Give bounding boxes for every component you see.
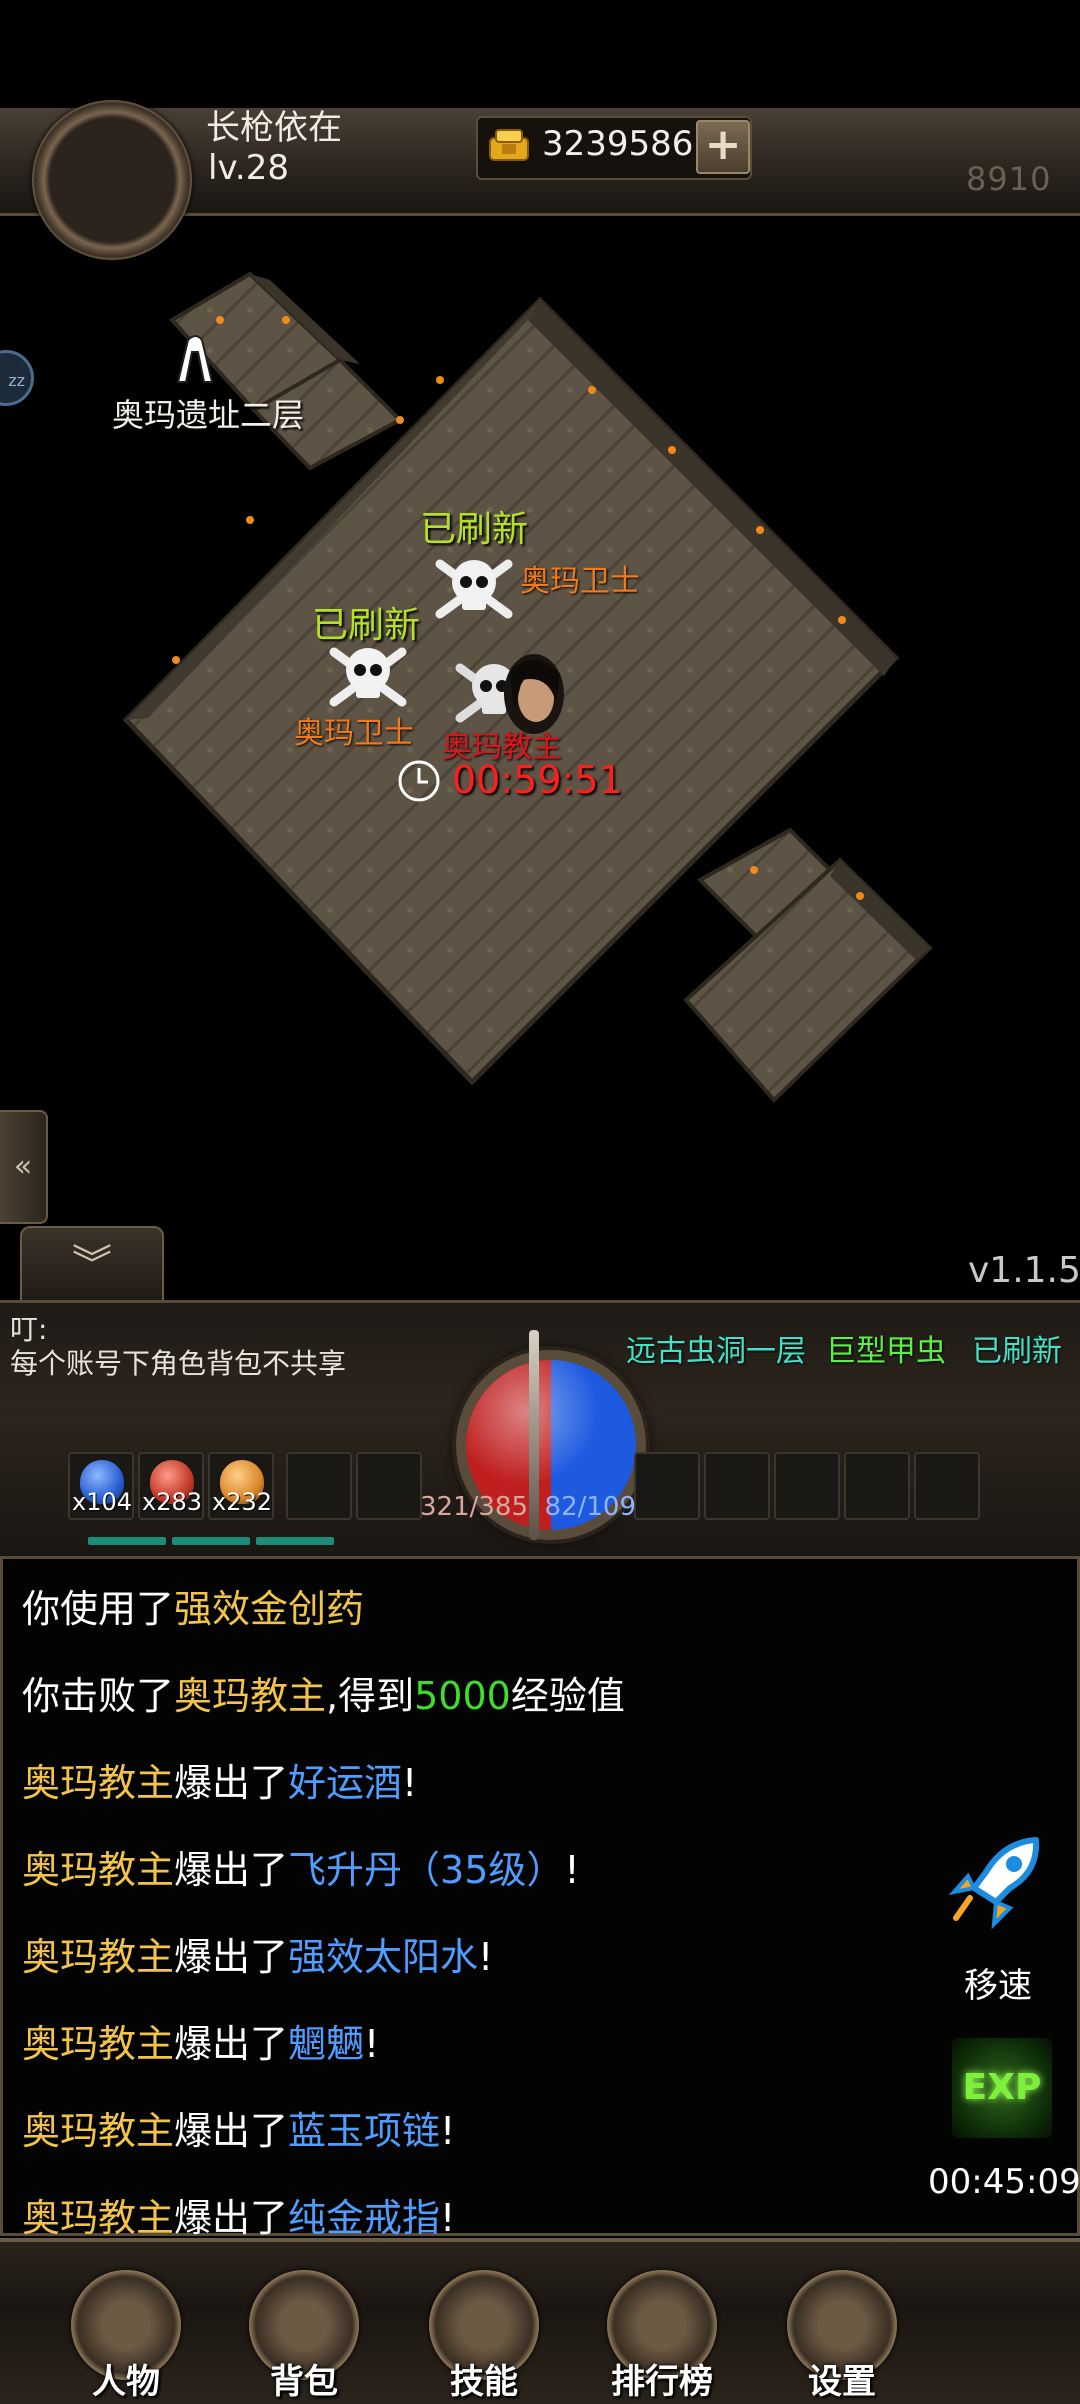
guard-label-1[interactable]: 奥玛卫士 bbox=[520, 556, 640, 600]
chat-segment[interactable]: 强效太阳水 bbox=[288, 1935, 478, 1979]
chat-segment: 经验值 bbox=[510, 1674, 625, 1718]
empty-slot[interactable] bbox=[914, 1452, 980, 1520]
status-location[interactable]: 远古虫洞一层 bbox=[626, 1326, 806, 1370]
potion-count-2: x283 bbox=[142, 1488, 203, 1516]
chat-segment: ! bbox=[440, 2196, 456, 2240]
chat-message: 奥玛教主爆出了好运酒! bbox=[22, 1752, 417, 1807]
boss-respawn-timer: 00:59:51 bbox=[452, 758, 623, 802]
chat-segment[interactable]: 奥玛教主 bbox=[22, 1848, 174, 1892]
chat-segment[interactable]: 纯金戒指 bbox=[288, 2196, 440, 2240]
chat-segment[interactable]: 奥玛教主 bbox=[22, 2109, 174, 2153]
gold-ingot-icon bbox=[489, 129, 529, 161]
chat-message: 奥玛教主爆出了蓝玉项链! bbox=[22, 2100, 455, 2155]
gold-amount: 3239586 bbox=[542, 124, 694, 164]
exp-boost-timer: 00:45:09 bbox=[928, 2162, 1080, 2202]
hp-mp-values: 321/385 82/109 bbox=[420, 1492, 636, 1522]
exp-segment-bar bbox=[88, 1530, 348, 1545]
status-state: 已刷新 bbox=[972, 1334, 1062, 1369]
exit-portal-icon[interactable] bbox=[170, 330, 220, 386]
empty-slot[interactable] bbox=[356, 1452, 422, 1520]
refresh-label-1: 已刷新 bbox=[420, 509, 529, 550]
chat-segment: ! bbox=[364, 2022, 380, 2066]
potion-slot-1[interactable]: x104 bbox=[68, 1452, 134, 1520]
avatar[interactable] bbox=[32, 100, 192, 260]
status-monster[interactable]: 巨型甲虫 bbox=[826, 1326, 946, 1370]
chat-segment[interactable]: 蓝玉项链 bbox=[288, 2109, 440, 2153]
chat-message: 奥玛教主爆出了纯金戒指! bbox=[22, 2187, 455, 2242]
speed-label[interactable]: 移速 bbox=[964, 1958, 1032, 2007]
chat-segment[interactable]: 奥玛教主 bbox=[22, 1761, 174, 1805]
version-label: v1.1.5 bbox=[968, 1250, 1080, 1291]
nav-label[interactable]: 排行榜 bbox=[582, 2354, 742, 2403]
nav-label[interactable]: 背包 bbox=[224, 2354, 384, 2403]
chat-segment: 你使用了 bbox=[22, 1587, 175, 1631]
empty-slot[interactable] bbox=[704, 1452, 770, 1520]
mp-value: 82/109 bbox=[544, 1492, 637, 1522]
empty-slot[interactable] bbox=[286, 1452, 352, 1520]
potion-slot-3[interactable]: x232 bbox=[208, 1452, 274, 1520]
expand-left-button[interactable]: « bbox=[0, 1110, 48, 1224]
chat-message: 你使用了强效金创药 bbox=[22, 1578, 364, 1633]
clock-icon bbox=[398, 760, 440, 802]
chat-segment[interactable]: 好运酒 bbox=[288, 1761, 402, 1805]
chat-segment[interactable]: 飞升丹（35级） bbox=[288, 1848, 564, 1892]
chat-segment: 你击败了 bbox=[22, 1674, 175, 1718]
player-level: lv.28 bbox=[208, 148, 289, 188]
chat-segment[interactable]: 奥玛教主 bbox=[174, 1674, 326, 1718]
chat-message: 奥玛教主爆出了强效太阳水! bbox=[22, 1926, 493, 1981]
rocket-icon[interactable] bbox=[944, 1832, 1054, 1932]
chat-segment: ! bbox=[478, 1935, 494, 1979]
chat-segment: ! bbox=[402, 1761, 418, 1805]
chat-message: 奥玛教主爆出了飞升丹（35级）! bbox=[22, 1839, 580, 1894]
notice-text: 每个账号下角色背包不共享 bbox=[10, 1347, 347, 1380]
chat-segment: ! bbox=[440, 2109, 456, 2153]
potion-count-3: x232 bbox=[212, 1488, 273, 1516]
chat-segment: 爆出了 bbox=[174, 1935, 289, 1979]
guard-label-2[interactable]: 奥玛卫士 bbox=[294, 708, 414, 752]
nav-label[interactable]: 人物 bbox=[46, 2354, 206, 2403]
collapse-chat-button[interactable]: ︾ bbox=[20, 1226, 164, 1302]
empty-slot[interactable] bbox=[844, 1452, 910, 1520]
skull-icon[interactable] bbox=[326, 640, 410, 710]
chat-segment[interactable]: 奥玛教主 bbox=[22, 1935, 174, 1979]
combat-power: 8910 bbox=[966, 160, 1052, 198]
chat-segment: 爆出了 bbox=[174, 2109, 289, 2153]
player-name: 长枪依在 bbox=[206, 108, 342, 148]
chat-segment: ,得到 bbox=[326, 1674, 415, 1718]
exit-label[interactable]: 奥玛遗址二层 bbox=[112, 390, 304, 436]
chat-segment: 爆出了 bbox=[174, 1761, 289, 1805]
chat-segment: 爆出了 bbox=[174, 2196, 289, 2240]
nav-label[interactable]: 技能 bbox=[404, 2354, 564, 2403]
exp-boost-button[interactable]: EXP bbox=[952, 2038, 1052, 2138]
chat-message: 你击败了奥玛教主,得到5000经验值 bbox=[22, 1665, 625, 1720]
skull-icon[interactable] bbox=[432, 552, 516, 622]
empty-slot[interactable] bbox=[774, 1452, 840, 1520]
add-gold-button[interactable]: + bbox=[696, 120, 750, 174]
chat-segment[interactable]: 5000 bbox=[414, 1674, 511, 1718]
chat-segment: ! bbox=[564, 1848, 580, 1892]
chat-segment[interactable]: 强效金创药 bbox=[174, 1587, 364, 1631]
nav-label[interactable]: 设置 bbox=[762, 2354, 922, 2403]
potion-count-1: x104 bbox=[72, 1488, 133, 1516]
chat-segment[interactable]: 魍魉 bbox=[288, 2022, 364, 2066]
potion-slot-2[interactable]: x283 bbox=[138, 1452, 204, 1520]
chat-segment[interactable]: 奥玛教主 bbox=[22, 2196, 174, 2240]
empty-slot[interactable] bbox=[634, 1452, 700, 1520]
chat-segment: 爆出了 bbox=[174, 2022, 289, 2066]
chat-message: 奥玛教主爆出了魍魉! bbox=[22, 2013, 379, 2068]
chat-segment: 爆出了 bbox=[174, 1848, 289, 1892]
chat-segment[interactable]: 奥玛教主 bbox=[22, 2022, 174, 2066]
hp-value: 321/385 bbox=[420, 1492, 529, 1522]
